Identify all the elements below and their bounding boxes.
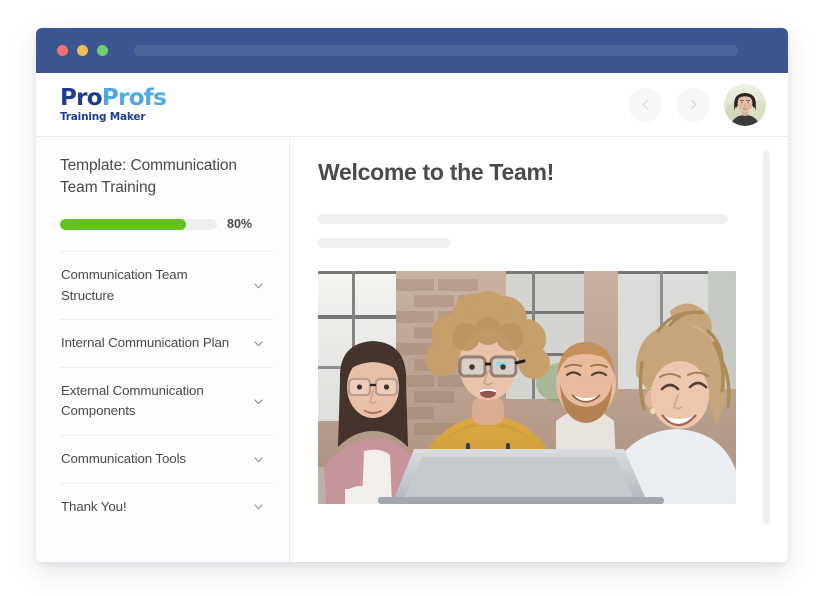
sidebar-item-label: Communication Tools [61,451,186,467]
chevron-left-icon [639,98,652,111]
progress-bar-fill [60,218,186,230]
chevron-down-icon[interactable] [252,279,265,292]
chevron-down-icon[interactable] [252,453,265,466]
address-bar[interactable] [134,45,738,56]
logo-word-profs: Profs [101,84,167,111]
chevron-right-icon [687,98,700,111]
sidebar-item-label: Thank You! [61,498,127,514]
next-button[interactable] [676,87,710,122]
progress-row: 80% [60,217,273,231]
sidebar-item-label: Communication Team Structure [61,267,188,303]
sidebar-item-communication-tools[interactable]: Communication Tools [60,435,273,483]
page-title: Welcome to the Team! [318,159,554,185]
app-header: ProProfs Training Maker [36,73,788,137]
course-sidebar: Template: Communication Team Training 80… [36,137,290,562]
course-section-list: Communication Team Structure Internal Co… [60,251,273,530]
progress-bar [60,218,217,230]
maximize-window-button[interactable] [97,45,108,56]
content-scrollbar[interactable] [763,151,770,525]
close-window-button[interactable] [57,45,68,56]
minimize-window-button[interactable] [77,45,88,56]
chevron-down-icon[interactable] [252,337,265,350]
screenshot-root: ProProfs Training Maker Template: Commun… [0,0,820,596]
sidebar-item-communication-team-structure[interactable]: Communication Team Structure [60,251,273,319]
text-placeholder-line [318,214,728,224]
logo-wordmark: ProProfs [60,84,167,111]
avatar[interactable] [724,83,766,126]
sidebar-item-label: External Communication Components [61,382,204,419]
progress-percent-label: 80% [227,217,253,231]
template-title: Template: Communication Team Training [60,157,237,196]
browser-window: ProProfs Training Maker Template: Commun… [36,28,788,562]
lesson-content: Welcome to the Team! [290,137,788,562]
sidebar-item-thank-you[interactable]: Thank You! [60,482,273,531]
app-body: Template: Communication Team Training 80… [36,137,788,562]
sidebar-item-external-communication-components[interactable]: External Communication Components [60,366,273,435]
sidebar-item-internal-communication-plan[interactable]: Internal Communication Plan [60,319,273,367]
logo-tagline: Training Maker [60,110,146,123]
avatar-photo [724,83,766,126]
sidebar-item-label: Internal Communication Plan [61,335,230,351]
previous-button[interactable] [628,87,662,122]
chevron-down-icon[interactable] [252,395,265,408]
team-photo [318,271,736,504]
chevron-down-icon[interactable] [252,500,265,513]
text-placeholder-line [318,238,450,248]
proprofs-logo[interactable]: ProProfs Training Maker [60,84,167,123]
logo-word-pro: Pro [60,84,103,111]
browser-titlebar [36,28,788,73]
traffic-lights [57,45,108,56]
header-actions [628,83,766,126]
lesson-hero-image [318,271,736,504]
